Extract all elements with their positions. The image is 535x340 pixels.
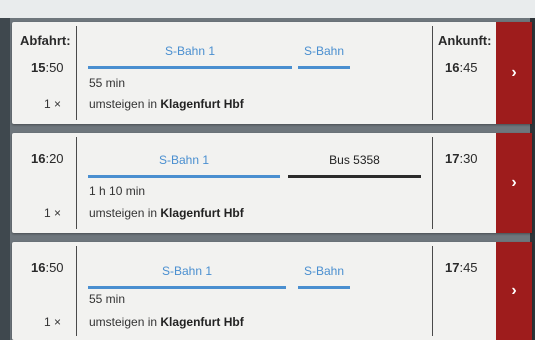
leg-name: S-Bahn 1 (164, 44, 216, 58)
arrival-minute: :30 (459, 151, 478, 166)
departure-minute: :50 (45, 60, 64, 75)
transfer-station-name: Klagenfurt Hbf (160, 97, 244, 111)
transfer-count: 1 × (44, 97, 62, 111)
departure-time: 16:20 (31, 151, 64, 166)
leg-bar (88, 286, 286, 289)
departure-time: 15:50 (31, 60, 64, 75)
leg-bus: Bus 5358 (288, 153, 421, 179)
leg-bar (288, 175, 421, 178)
leg-name: S-Bahn 1 (158, 153, 210, 167)
departure-minute: :50 (45, 260, 64, 275)
departure-hour: 16 (31, 151, 46, 166)
open-connection-button[interactable]: › (496, 133, 532, 233)
arrival-hour: 17 (445, 151, 460, 166)
screen-top-bezel (0, 0, 535, 18)
trip-duration: 55 min (89, 292, 126, 306)
departure-time: 16:50 (31, 260, 64, 275)
leg-bar (88, 175, 280, 178)
arrival-time: 17:30 (445, 151, 478, 166)
transfer-station: umsteigen in Klagenfurt Hbf (89, 97, 244, 111)
leg-bar (298, 66, 350, 69)
leg-name: Bus 5358 (329, 153, 380, 167)
left-divider (76, 246, 77, 336)
transfer-prefix: umsteigen in (89, 97, 158, 111)
arrival-time: 17:45 (445, 260, 478, 275)
arrival-hour: 17 (445, 260, 460, 275)
departure-hour: 16 (31, 260, 46, 275)
arrival-time: 16:45 (445, 60, 478, 75)
right-divider (432, 246, 433, 336)
departure-header: Abfahrt: (20, 33, 71, 48)
connection-card[interactable]: 16:20 17:30 S-Bahn 1 Bus 5358 1 h 10 min… (12, 133, 532, 233)
leg-s-bahn: S-Bahn (298, 264, 350, 290)
right-divider (432, 137, 433, 229)
chevron-right-icon: › (511, 174, 517, 191)
transfer-prefix: umsteigen in (89, 315, 158, 329)
left-divider (76, 137, 77, 229)
leg-name: S-Bahn (303, 44, 345, 58)
trip-duration: 1 h 10 min (89, 184, 146, 198)
connection-card[interactable]: Abfahrt: Ankunft: 15:50 16:45 S-Bahn 1 S… (12, 22, 532, 124)
leg-s-bahn: S-Bahn 1 (88, 264, 286, 290)
open-connection-button[interactable]: › (496, 242, 532, 340)
arrival-header: Ankunft: (438, 33, 492, 48)
leg-bar (88, 66, 292, 69)
arrival-minute: :45 (459, 260, 478, 275)
arrival-hour: 16 (445, 60, 460, 75)
connection-card[interactable]: 16:50 17:45 S-Bahn 1 S-Bahn 55 min 1 × u… (12, 242, 532, 340)
leg-s-bahn: S-Bahn 1 (88, 44, 292, 70)
leg-bar (298, 286, 350, 289)
transfer-count: 1 × (44, 315, 62, 329)
transfer-prefix: umsteigen in (89, 206, 158, 220)
left-divider (76, 26, 77, 120)
leg-name: S-Bahn 1 (161, 264, 213, 278)
leg-s-bahn: S-Bahn (298, 44, 350, 70)
trip-duration: 55 min (89, 76, 126, 90)
transfer-station-name: Klagenfurt Hbf (160, 315, 244, 329)
screen-left-bezel (0, 18, 10, 340)
transfer-station: umsteigen in Klagenfurt Hbf (89, 206, 244, 220)
right-divider (432, 26, 433, 120)
leg-name: S-Bahn (303, 264, 345, 278)
open-connection-button[interactable]: › (496, 22, 532, 124)
transfer-station: umsteigen in Klagenfurt Hbf (89, 315, 244, 329)
departure-hour: 15 (31, 60, 46, 75)
chevron-right-icon: › (511, 282, 517, 299)
transfer-count: 1 × (44, 206, 62, 220)
departure-minute: :20 (45, 151, 64, 166)
arrival-minute: :45 (459, 60, 478, 75)
leg-s-bahn: S-Bahn 1 (88, 153, 280, 179)
chevron-right-icon: › (511, 64, 517, 81)
transfer-station-name: Klagenfurt Hbf (160, 206, 244, 220)
